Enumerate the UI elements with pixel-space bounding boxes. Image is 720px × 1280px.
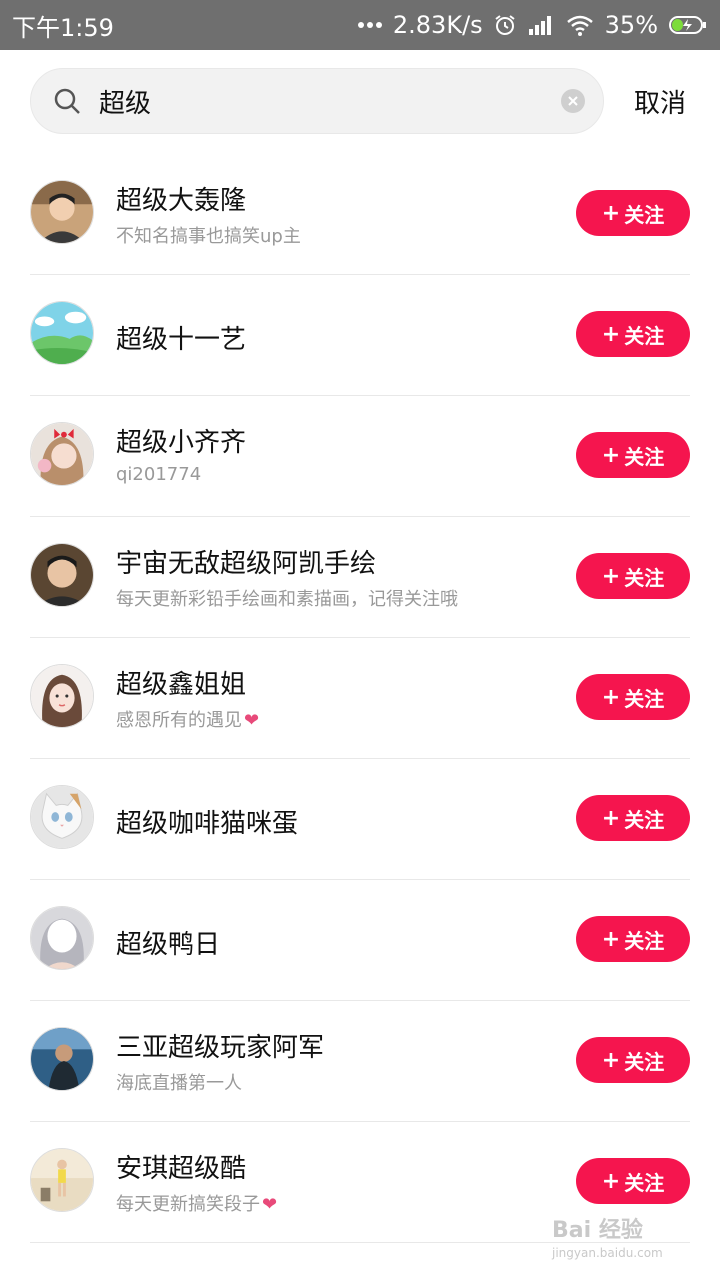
plus-icon: + (601, 442, 621, 468)
follow-button[interactable]: + 关注 (576, 1158, 690, 1204)
avatar[interactable] (30, 1148, 94, 1212)
alarm-icon (493, 13, 517, 37)
avatar[interactable] (30, 301, 94, 365)
user-name: 超级大轰隆 (116, 186, 247, 216)
search-results-list: 超级大轰隆 不知名搞事也搞笑up主 + 关注 超级十一艺 + 关注 超级小齐齐 qi… (0, 154, 720, 1243)
user-bio: 不知名搞事也搞笑up主 (116, 226, 301, 247)
status-time: 下午1:59 (12, 13, 114, 42)
plus-icon: + (601, 805, 621, 831)
user-bio: 感恩所有的遇见 ❤ (116, 710, 260, 731)
avatar[interactable] (30, 543, 94, 607)
user-name: 三亚超级玩家阿军 (116, 1033, 325, 1063)
plus-icon: + (601, 926, 621, 952)
signal-icon (527, 13, 555, 37)
follow-button[interactable]: + 关注 (576, 795, 690, 841)
plus-icon: + (601, 684, 621, 710)
avatar[interactable] (30, 785, 94, 849)
wifi-icon (565, 13, 595, 37)
plus-icon: + (601, 200, 621, 226)
battery-icon (668, 13, 708, 37)
user-name: 超级咖啡猫咪蛋 (116, 809, 299, 839)
list-item[interactable]: 超级小齐齐 qi201774 + 关注 (0, 396, 720, 517)
heart-icon: ❤ (244, 710, 260, 731)
status-bar: 下午1:59 2.83K/s 35% (0, 0, 720, 50)
plus-icon: + (601, 1047, 621, 1073)
plus-icon: + (601, 563, 621, 589)
avatar[interactable] (30, 422, 94, 486)
search-input[interactable] (99, 79, 549, 123)
user-name: 宇宙无敌超级阿凯手绘 (116, 549, 377, 579)
heart-icon: ❤ (262, 1194, 278, 1215)
watermark-sub: jingyan.baidu.com (552, 1246, 663, 1260)
follow-button[interactable]: + 关注 (576, 674, 690, 720)
user-bio: 每天更新彩铅手绘画和素描画，记得关注哦 (116, 589, 458, 610)
search-bar: 取消 (0, 50, 720, 154)
user-name: 超级十一艺 (116, 325, 247, 355)
watermark-main: Bai 经验 (552, 1218, 643, 1243)
list-item[interactable]: 三亚超级玩家阿军 海底直播第一人 + 关注 (0, 1001, 720, 1122)
follow-button[interactable]: + 关注 (576, 1037, 690, 1083)
user-bio: 海底直播第一人 (116, 1073, 242, 1094)
dots-icon (357, 20, 383, 30)
list-item[interactable]: 超级鸭日 + 关注 (0, 880, 720, 1001)
list-item[interactable]: 宇宙无敌超级阿凯手绘 每天更新彩铅手绘画和素描画，记得关注哦 + 关注 (0, 517, 720, 638)
user-name: 超级鸭日 (116, 930, 221, 960)
user-name: 超级小齐齐 (116, 428, 247, 458)
user-name: 安琪超级酷 (116, 1154, 247, 1184)
watermark: Bai 经验 jingyan.baidu.com (552, 1212, 688, 1268)
avatar[interactable] (30, 1027, 94, 1091)
follow-button[interactable]: + 关注 (576, 190, 690, 236)
status-right: 2.83K/s 35% (357, 11, 708, 39)
plus-icon: + (601, 321, 621, 347)
avatar[interactable] (30, 180, 94, 244)
list-item[interactable]: 超级十一艺 + 关注 (0, 275, 720, 396)
user-bio: qi201774 (116, 464, 202, 485)
avatar[interactable] (30, 906, 94, 970)
search-icon (53, 87, 81, 115)
search-box[interactable] (30, 68, 604, 134)
follow-button[interactable]: + 关注 (576, 432, 690, 478)
plus-icon: + (601, 1168, 621, 1194)
list-item[interactable]: 超级咖啡猫咪蛋 + 关注 (0, 759, 720, 880)
follow-button[interactable]: + 关注 (576, 916, 690, 962)
follow-button[interactable]: + 关注 (576, 311, 690, 357)
clear-icon[interactable] (561, 89, 585, 113)
list-item[interactable]: 超级鑫姐姐 感恩所有的遇见 ❤ + 关注 (0, 638, 720, 759)
user-bio: 每天更新搞笑段子 ❤ (116, 1194, 278, 1215)
follow-button[interactable]: + 关注 (576, 553, 690, 599)
user-name: 超级鑫姐姐 (116, 670, 247, 700)
cancel-button[interactable]: 取消 (634, 83, 686, 120)
list-item[interactable]: 超级大轰隆 不知名搞事也搞笑up主 + 关注 (0, 154, 720, 275)
status-battery-percent: 35% (604, 11, 658, 39)
avatar[interactable] (30, 664, 94, 728)
status-speed: 2.83K/s (392, 11, 483, 39)
